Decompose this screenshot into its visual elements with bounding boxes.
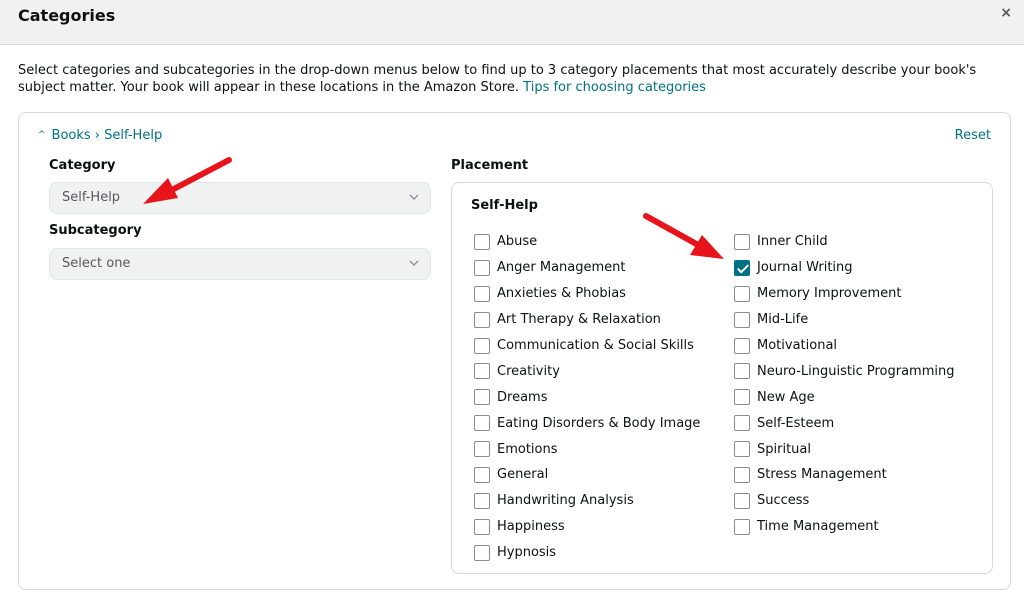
placement-option[interactable]: Eating Disorders & Body Image <box>474 410 700 436</box>
checkbox-label: Time Management <box>757 519 879 535</box>
placement-option[interactable]: Emotions <box>474 436 700 462</box>
checkbox[interactable] <box>734 518 750 535</box>
checkbox[interactable] <box>474 363 490 380</box>
category-panel: ^ Books › Self-Help Reset Category Self-H… <box>18 112 1011 590</box>
checkbox-label: Inner Child <box>757 234 828 250</box>
checkbox-label: General <box>497 467 549 483</box>
placement-option[interactable]: Happiness <box>474 514 700 540</box>
checkbox-label: Memory Improvement <box>757 286 902 302</box>
tips-link[interactable]: Tips for choosing categories <box>523 80 706 95</box>
placement-option[interactable]: Neuro-Linguistic Programming <box>734 358 954 384</box>
checkbox-label: Happiness <box>497 519 565 535</box>
breadcrumb[interactable]: ^ Books › Self-Help <box>38 128 162 143</box>
placement-option[interactable]: Art Therapy & Relaxation <box>474 307 700 333</box>
checkbox-label: Communication & Social Skills <box>497 338 694 353</box>
checkbox[interactable] <box>734 285 750 302</box>
checkbox[interactable] <box>734 259 750 276</box>
placement-option[interactable]: Spiritual <box>734 436 954 462</box>
checkbox-label: Stress Management <box>757 467 887 483</box>
reset-link[interactable]: Reset <box>955 128 991 143</box>
placement-option[interactable]: Creativity <box>474 358 700 384</box>
placement-option[interactable]: Abuse <box>474 229 700 255</box>
placement-box: Self-Help Abuse Anger Management Anxieties… <box>451 182 993 574</box>
placement-heading: Self-Help <box>471 198 538 213</box>
checkbox[interactable] <box>474 544 490 561</box>
checkbox[interactable] <box>474 415 490 432</box>
placement-option[interactable]: Handwriting Analysis <box>474 488 700 514</box>
checkbox-label: Hypnosis <box>497 545 557 561</box>
checkbox-label: Art Therapy & Relaxation <box>497 312 661 328</box>
checkbox[interactable] <box>474 259 490 276</box>
checkbox-label: Handwriting Analysis <box>497 493 634 509</box>
checkbox[interactable] <box>474 518 490 535</box>
checkbox-label: Abuse <box>497 234 538 250</box>
placement-option[interactable]: Memory Improvement <box>734 281 954 307</box>
category-label: Category <box>49 158 116 173</box>
subcategory-select[interactable]: Select one <box>49 248 431 280</box>
modal-title: Categories <box>18 6 116 25</box>
checkbox[interactable] <box>734 233 750 250</box>
placement-option[interactable]: Journal Writing <box>734 255 954 281</box>
subcategory-select-placeholder: Select one <box>62 256 131 271</box>
placement-option[interactable]: Hypnosis <box>474 540 700 566</box>
placement-option[interactable]: Anger Management <box>474 255 700 281</box>
checkbox-label: New Age <box>757 389 815 405</box>
checkbox-label: Dreams <box>497 389 548 405</box>
checkbox[interactable] <box>474 441 490 458</box>
placement-column-right: Inner Child Journal Writing Memory Improve… <box>734 229 954 540</box>
checkbox[interactable] <box>734 389 750 406</box>
placement-option[interactable]: Time Management <box>734 514 954 540</box>
subcategory-label: Subcategory <box>49 223 142 238</box>
placement-option[interactable]: Stress Management <box>734 462 954 488</box>
placement-column-left: Abuse Anger Management Anxieties & Phobias… <box>474 229 700 566</box>
checkbox[interactable] <box>734 415 750 432</box>
category-select-value: Self-Help <box>62 190 121 205</box>
checkbox-label: Neuro-Linguistic Programming <box>757 363 955 379</box>
placement-option[interactable]: General <box>474 462 700 488</box>
checkbox-label: Spiritual <box>757 441 811 457</box>
checkbox[interactable] <box>734 441 750 458</box>
checkbox[interactable] <box>474 311 490 328</box>
checkbox-label: Self-Esteem <box>757 415 835 431</box>
close-button[interactable]: × <box>1000 5 1012 21</box>
placement-option[interactable]: Self-Esteem <box>734 410 954 436</box>
placement-option[interactable]: Success <box>734 488 954 514</box>
chevron-down-icon <box>409 260 419 266</box>
checkbox[interactable] <box>474 337 490 354</box>
breadcrumb-text: Books › Self-Help <box>51 128 163 143</box>
description: Select categories and subcategories in t… <box>18 62 998 96</box>
checkbox[interactable] <box>474 285 490 302</box>
checkbox[interactable] <box>474 389 490 406</box>
checkbox[interactable] <box>474 466 490 483</box>
checkbox[interactable] <box>734 337 750 354</box>
checkbox-label: Success <box>757 493 810 509</box>
checkbox[interactable] <box>734 363 750 380</box>
checkbox-label: Motivational <box>757 338 838 353</box>
checkbox[interactable] <box>734 311 750 328</box>
checkbox[interactable] <box>474 492 490 509</box>
checkbox-label: Anxieties & Phobias <box>497 286 626 302</box>
checkbox-label: Anger Management <box>497 260 626 276</box>
placement-option[interactable]: Dreams <box>474 384 700 410</box>
modal-header: Categories × <box>0 0 1024 45</box>
placement-option[interactable]: New Age <box>734 384 954 410</box>
checkbox-label: Eating Disorders & Body Image <box>497 415 701 431</box>
checkbox-label: Journal Writing <box>757 260 853 276</box>
checkbox[interactable] <box>474 233 490 250</box>
checkbox[interactable] <box>734 466 750 483</box>
placement-option[interactable]: Motivational <box>734 333 954 359</box>
category-select[interactable]: Self-Help <box>49 182 431 214</box>
placement-option[interactable]: Inner Child <box>734 229 954 255</box>
checkbox[interactable] <box>734 492 750 509</box>
placement-option[interactable]: Communication & Social Skills <box>474 333 700 359</box>
caret-up-icon: ^ <box>38 130 46 140</box>
checkbox-label: Creativity <box>497 363 560 379</box>
checkbox-label: Mid-Life <box>757 312 809 328</box>
description-text: Select categories and subcategories in t… <box>18 63 977 95</box>
chevron-down-icon <box>409 194 419 200</box>
placement-option[interactable]: Anxieties & Phobias <box>474 281 700 307</box>
placement-label: Placement <box>451 158 529 173</box>
checkbox-label: Emotions <box>497 441 558 457</box>
placement-option[interactable]: Mid-Life <box>734 307 954 333</box>
